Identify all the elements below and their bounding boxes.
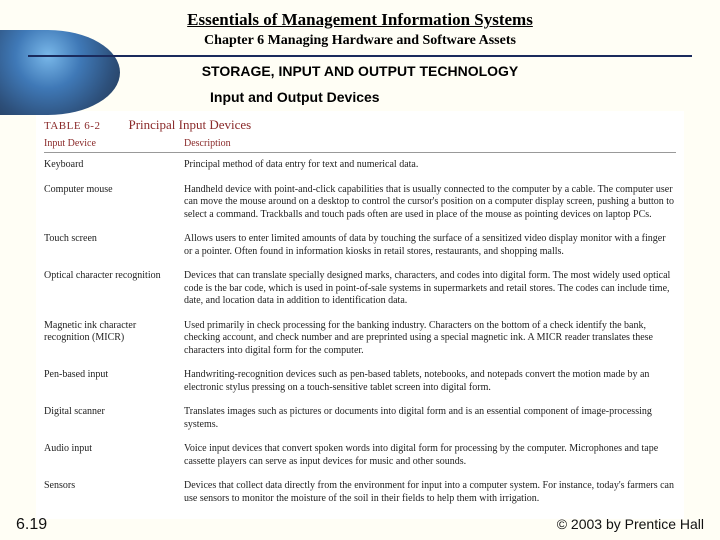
page-number: 6.19 [16,516,47,534]
table-container: TABLE 6-2 Principal Input Devices Input … [36,111,684,519]
description-cell: Devices that can translate specially des… [184,270,676,308]
table-title: Principal Input Devices [128,117,251,133]
description-cell: Handheld device with point-and-click cap… [184,184,676,222]
table-row: Magnetic ink character recognition (MICR… [44,314,676,364]
table-row: Digital scannerTranslates images such as… [44,400,676,437]
device-cell: Magnetic ink character recognition (MICR… [44,320,184,358]
device-cell: Computer mouse [44,184,184,222]
copyright: © 2003 by Prentice Hall [557,516,704,534]
table-row: Computer mouseHandheld device with point… [44,178,676,228]
table-header-row: Input Device Description [44,137,676,153]
slide-header: Essentials of Management Information Sys… [0,0,720,105]
description-cell: Used primarily in check processing for t… [184,320,676,358]
table-row: Audio inputVoice input devices that conv… [44,437,676,474]
table-body: KeyboardPrincipal method of data entry f… [44,153,676,511]
table-row: Optical character recognitionDevices tha… [44,264,676,314]
divider [28,55,692,57]
device-cell: Sensors [44,480,184,505]
col-header-device: Input Device [44,138,184,149]
device-cell: Digital scanner [44,406,184,431]
slide-footer: 6.19 © 2003 by Prentice Hall [0,516,720,534]
description-cell: Handwriting-recognition devices such as … [184,369,676,394]
device-cell: Pen-based input [44,369,184,394]
description-cell: Allows users to enter limited amounts of… [184,233,676,258]
chapter-title: Chapter 6 Managing Hardware and Software… [0,33,720,49]
table-row: KeyboardPrincipal method of data entry f… [44,153,676,178]
section-heading: STORAGE, INPUT AND OUTPUT TECHNOLOGY [0,63,720,79]
table-row: Pen-based inputHandwriting-recognition d… [44,363,676,400]
description-cell: Voice input devices that convert spoken … [184,443,676,468]
description-cell: Devices that collect data directly from … [184,480,676,505]
device-cell: Audio input [44,443,184,468]
book-title: Essentials of Management Information Sys… [0,10,720,30]
table-row: SensorsDevices that collect data directl… [44,474,676,511]
table-row: Touch screenAllows users to enter limite… [44,227,676,264]
description-cell: Principal method of data entry for text … [184,159,676,172]
table-caption: TABLE 6-2 Principal Input Devices [44,117,676,133]
subsection-heading: Input and Output Devices [0,89,720,105]
table-number: TABLE 6-2 [44,120,100,132]
description-cell: Translates images such as pictures or do… [184,406,676,431]
device-cell: Touch screen [44,233,184,258]
device-cell: Keyboard [44,159,184,172]
device-cell: Optical character recognition [44,270,184,308]
col-header-description: Description [184,138,676,149]
